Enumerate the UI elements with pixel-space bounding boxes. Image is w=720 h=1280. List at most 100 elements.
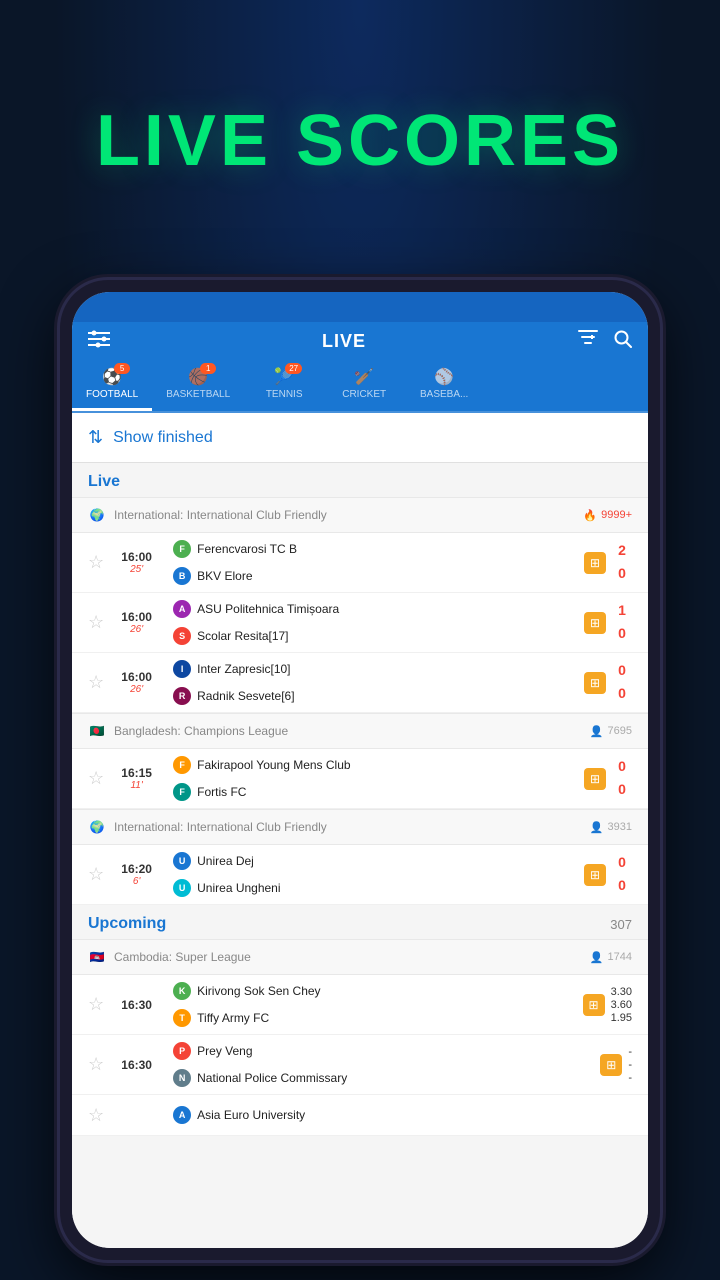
- odds-icon-2: ⊞: [590, 616, 600, 630]
- team1-logo-2: A: [173, 600, 191, 618]
- upcoming-odds-btn-1[interactable]: ⊞: [583, 994, 605, 1016]
- league-flag-intl2: 🌍: [88, 818, 106, 836]
- league-row-intl2: 🌍 International: International Club Frie…: [72, 809, 648, 845]
- upcoming-match-teams-2: P Prey Veng N National Police Commissary: [173, 1039, 588, 1090]
- tennis-icon: 🎾 27: [274, 367, 294, 387]
- odds-icon-1: ⊞: [590, 556, 600, 570]
- phone-frame: LIVE ⚽: [60, 280, 660, 1260]
- filter-icon[interactable]: [578, 330, 598, 353]
- page-title: LIVE SCORES: [0, 100, 720, 182]
- league-viewers-cambodia: 👤 1744: [590, 951, 632, 964]
- tab-baseball[interactable]: ⚾ BASEBA...: [404, 361, 484, 411]
- upcoming-team1-logo-partial: A: [173, 1106, 191, 1124]
- odds-btn-4[interactable]: ⊞: [584, 768, 606, 790]
- team1-row-4: F Fakirapool Young Mens Club: [173, 753, 572, 777]
- team1-row-1: F Ferencvarosi TC B: [173, 537, 572, 561]
- upcoming-odds-icon-1: ⊞: [589, 998, 599, 1012]
- favorite-star-3[interactable]: ☆: [88, 672, 104, 693]
- team2-logo-5: U: [173, 879, 191, 897]
- upcoming-favorite-star-2[interactable]: ☆: [88, 1054, 104, 1075]
- match-row-2[interactable]: ☆ 16:00 26' A ASU Politehnica Timișoara …: [72, 593, 648, 653]
- show-finished-bar[interactable]: ⇅ Show finished: [72, 413, 648, 463]
- score1-2: 1: [618, 601, 626, 621]
- content-area: ⇅ Show finished Live 🌍 International: In…: [72, 413, 648, 1248]
- team2-name-2: Scolar Resita[17]: [197, 629, 288, 643]
- upcoming-section-header: Upcoming 307: [72, 905, 648, 939]
- match-teams-3: I Inter Zapresic[10] R Radnik Sesvete[6]: [173, 657, 572, 708]
- upcoming-odds-btn-2[interactable]: ⊞: [600, 1054, 622, 1076]
- match-row-5[interactable]: ☆ 16:20 6' U Unirea Dej U Unirea Ungheni: [72, 845, 648, 905]
- team1-logo-3: I: [173, 660, 191, 678]
- tab-basketball[interactable]: 🏀 1 BASKETBALL: [152, 361, 244, 411]
- team1-logo-4: F: [173, 756, 191, 774]
- upcoming-match-time-2: 16:30: [114, 1058, 159, 1072]
- league-viewers-intl2: 👤 3931: [590, 821, 632, 834]
- upcoming-team1-name-1: Kirivong Sok Sen Chey: [197, 984, 320, 998]
- team1-row-5: U Unirea Dej: [173, 849, 572, 873]
- league-name-cambodia: Cambodia: Super League: [114, 950, 251, 964]
- team1-logo-5: U: [173, 852, 191, 870]
- team2-row-3: R Radnik Sesvete[6]: [173, 684, 572, 708]
- upcoming-team1-logo-1: K: [173, 982, 191, 1000]
- score2-3: 0: [618, 684, 626, 704]
- menu-icon[interactable]: [88, 330, 110, 353]
- odds-draw-2: -: [628, 1059, 632, 1071]
- match-time-3: 16:00 26': [114, 670, 159, 695]
- score1-4: 0: [618, 757, 626, 777]
- search-icon[interactable]: [614, 330, 632, 353]
- league-info-bangladesh: 🇧🇩 Bangladesh: Champions League: [88, 722, 288, 740]
- team2-row-2: S Scolar Resita[17]: [173, 624, 572, 648]
- match-row-1[interactable]: ☆ 16:00 25' F Ferencvarosi TC B B BKV El…: [72, 533, 648, 593]
- team2-row-5: U Unirea Ungheni: [173, 876, 572, 900]
- upcoming-team2-logo-1: T: [173, 1009, 191, 1027]
- match-row-3[interactable]: ☆ 16:00 26' I Inter Zapresic[10] R Radni…: [72, 653, 648, 713]
- odds-btn-1[interactable]: ⊞: [584, 552, 606, 574]
- upcoming-match-teams-1: K Kirivong Sok Sen Chey T Tiffy Army FC: [173, 979, 570, 1030]
- team2-name-1: BKV Elore: [197, 569, 252, 583]
- odds-draw-1: 3.60: [611, 999, 632, 1011]
- odds-icon-5: ⊞: [590, 868, 600, 882]
- match-scores-2: 1 0: [612, 601, 632, 643]
- match-row-4[interactable]: ☆ 16:15 11' F Fakirapool Young Mens Club…: [72, 749, 648, 809]
- tab-tennis[interactable]: 🎾 27 TENNIS: [244, 361, 324, 411]
- upcoming-favorite-star-1[interactable]: ☆: [88, 994, 104, 1015]
- team1-logo-1: F: [173, 540, 191, 558]
- match-teams-4: F Fakirapool Young Mens Club F Fortis FC: [173, 753, 572, 804]
- odds-btn-3[interactable]: ⊞: [584, 672, 606, 694]
- favorite-star-5[interactable]: ☆: [88, 864, 104, 885]
- app-header: LIVE: [72, 322, 648, 361]
- odds2-2: -: [628, 1072, 632, 1084]
- tab-football[interactable]: ⚽ 5 FOOTBALL: [72, 361, 152, 411]
- upcoming-team2-name-2: National Police Commissary: [197, 1071, 347, 1085]
- team2-name-5: Unirea Ungheni: [197, 881, 280, 895]
- favorite-star-4[interactable]: ☆: [88, 768, 104, 789]
- odds-btn-2[interactable]: ⊞: [584, 612, 606, 634]
- upcoming-match-row-1[interactable]: ☆ 16:30 K Kirivong Sok Sen Chey T Tiffy …: [72, 975, 648, 1035]
- score1-5: 0: [618, 853, 626, 873]
- team2-name-3: Radnik Sesvete[6]: [197, 689, 294, 703]
- league-info-intl1: 🌍 International: International Club Frie…: [88, 506, 327, 524]
- phone-screen: LIVE ⚽: [72, 292, 648, 1248]
- tab-cricket[interactable]: 🏏 CRICKET: [324, 361, 404, 411]
- favorite-star-1[interactable]: ☆: [88, 552, 104, 573]
- league-name-intl1: International: International Club Friend…: [114, 508, 327, 522]
- match-scores-5: 0 0: [612, 853, 632, 895]
- match-time-5: 16:20 6': [114, 862, 159, 887]
- league-info-intl2: 🌍 International: International Club Frie…: [88, 818, 327, 836]
- match-teams-5: U Unirea Dej U Unirea Ungheni: [173, 849, 572, 900]
- league-name-bangladesh: Bangladesh: Champions League: [114, 724, 288, 738]
- upcoming-match-row-2[interactable]: ☆ 16:30 P Prey Veng N National Police Co…: [72, 1035, 648, 1095]
- team1-name-2: ASU Politehnica Timișoara: [197, 602, 339, 616]
- status-bar: [72, 292, 648, 322]
- odds-btn-5[interactable]: ⊞: [584, 864, 606, 886]
- match-time-1: 16:00 25': [114, 550, 159, 575]
- upcoming-match-row-partial[interactable]: ☆ A Asia Euro University: [72, 1095, 648, 1136]
- upcoming-team2-row-2: N National Police Commissary: [173, 1066, 588, 1090]
- favorite-star-2[interactable]: ☆: [88, 612, 104, 633]
- upcoming-team1-logo-2: P: [173, 1042, 191, 1060]
- league-info-cambodia: 🇰🇭 Cambodia: Super League: [88, 948, 251, 966]
- score2-4: 0: [618, 780, 626, 800]
- team2-row-4: F Fortis FC: [173, 780, 572, 804]
- upcoming-favorite-star-partial[interactable]: ☆: [88, 1105, 104, 1126]
- match-teams-1: F Ferencvarosi TC B B BKV Elore: [173, 537, 572, 588]
